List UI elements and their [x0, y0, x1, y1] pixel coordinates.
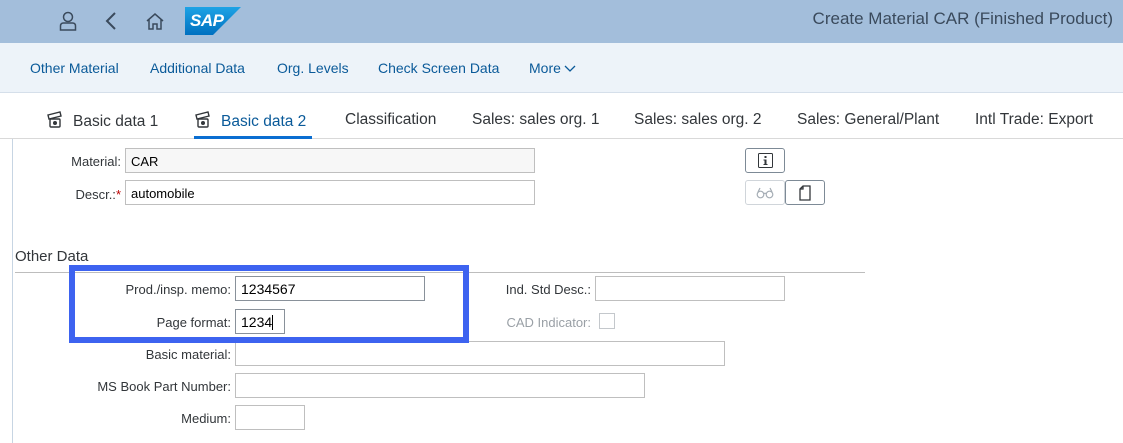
descr-label: Descr.:* [75, 187, 121, 202]
active-tab-indicator [194, 136, 312, 139]
sap-logo-text: SAP [190, 11, 224, 30]
material-field[interactable]: CAR [125, 148, 535, 173]
glasses-icon [756, 187, 774, 198]
material-tab-icon [47, 111, 62, 128]
shell-bar: SAP Create Material CAR (Finished Produc… [0, 0, 1123, 43]
material-tab-icon [195, 111, 210, 128]
tab-sales-general-plant[interactable]: Sales: General/Plant [797, 111, 939, 129]
ms-book-part-number-label: MS Book Part Number: [97, 379, 231, 394]
ind-std-desc-label: Ind. Std Desc.: [505, 282, 591, 297]
info-icon [757, 153, 773, 168]
more-button[interactable]: More [529, 60, 576, 76]
cad-indicator-label: CAD Indicator: [506, 315, 591, 330]
check-screen-data-button[interactable]: Check Screen Data [378, 60, 499, 76]
document-button[interactable] [785, 180, 825, 205]
app-title: Create Material CAR (Finished Product) [812, 9, 1113, 28]
descr-label-text: Descr.: [75, 187, 116, 202]
toolbar: Other Material Additional Data Org. Leve… [0, 43, 1123, 93]
tab-basic-data-2[interactable]: Basic data 2 [194, 111, 306, 131]
tab-classification[interactable]: Classification [345, 111, 436, 129]
tab-basic-data-1[interactable]: Basic data 1 [46, 111, 158, 131]
content-edge [12, 139, 13, 443]
tab-intl-trade-export[interactable]: Intl Trade: Export [975, 111, 1093, 129]
home-icon[interactable] [142, 8, 168, 34]
tab-sales-org-2[interactable]: Sales: sales org. 2 [634, 111, 762, 129]
document-icon [799, 184, 811, 201]
basic-material-label: Basic material: [145, 347, 231, 362]
section-title-other-data: Other Data [15, 248, 89, 265]
tab-strip: Basic data 1 Basic data 2 Classification… [0, 93, 1123, 139]
required-marker: * [115, 187, 121, 202]
additional-data-button[interactable]: Additional Data [150, 60, 245, 76]
tab-label: Basic data 1 [73, 113, 159, 130]
tab-sales-org-1[interactable]: Sales: sales org. 1 [472, 111, 600, 129]
ind-std-desc-field[interactable] [595, 276, 785, 301]
cad-indicator-checkbox[interactable] [599, 313, 615, 329]
back-icon[interactable] [98, 8, 124, 34]
sap-logo[interactable]: SAP [185, 7, 241, 35]
info-button[interactable] [745, 148, 785, 173]
tab-label: Basic data 2 [221, 113, 307, 130]
highlight-box [69, 265, 469, 343]
more-label: More [529, 60, 561, 76]
ms-book-part-number-field[interactable] [235, 373, 645, 398]
other-material-button[interactable]: Other Material [30, 60, 119, 76]
medium-field[interactable] [235, 405, 305, 430]
chevron-down-icon [564, 65, 576, 73]
user-icon[interactable] [55, 8, 81, 34]
material-label: Material: [71, 154, 121, 169]
medium-label: Medium: [181, 411, 231, 426]
basic-material-field[interactable] [235, 341, 725, 366]
description-field[interactable]: automobile [125, 180, 535, 205]
org-levels-button[interactable]: Org. Levels [277, 60, 349, 76]
display-button[interactable] [745, 180, 785, 205]
